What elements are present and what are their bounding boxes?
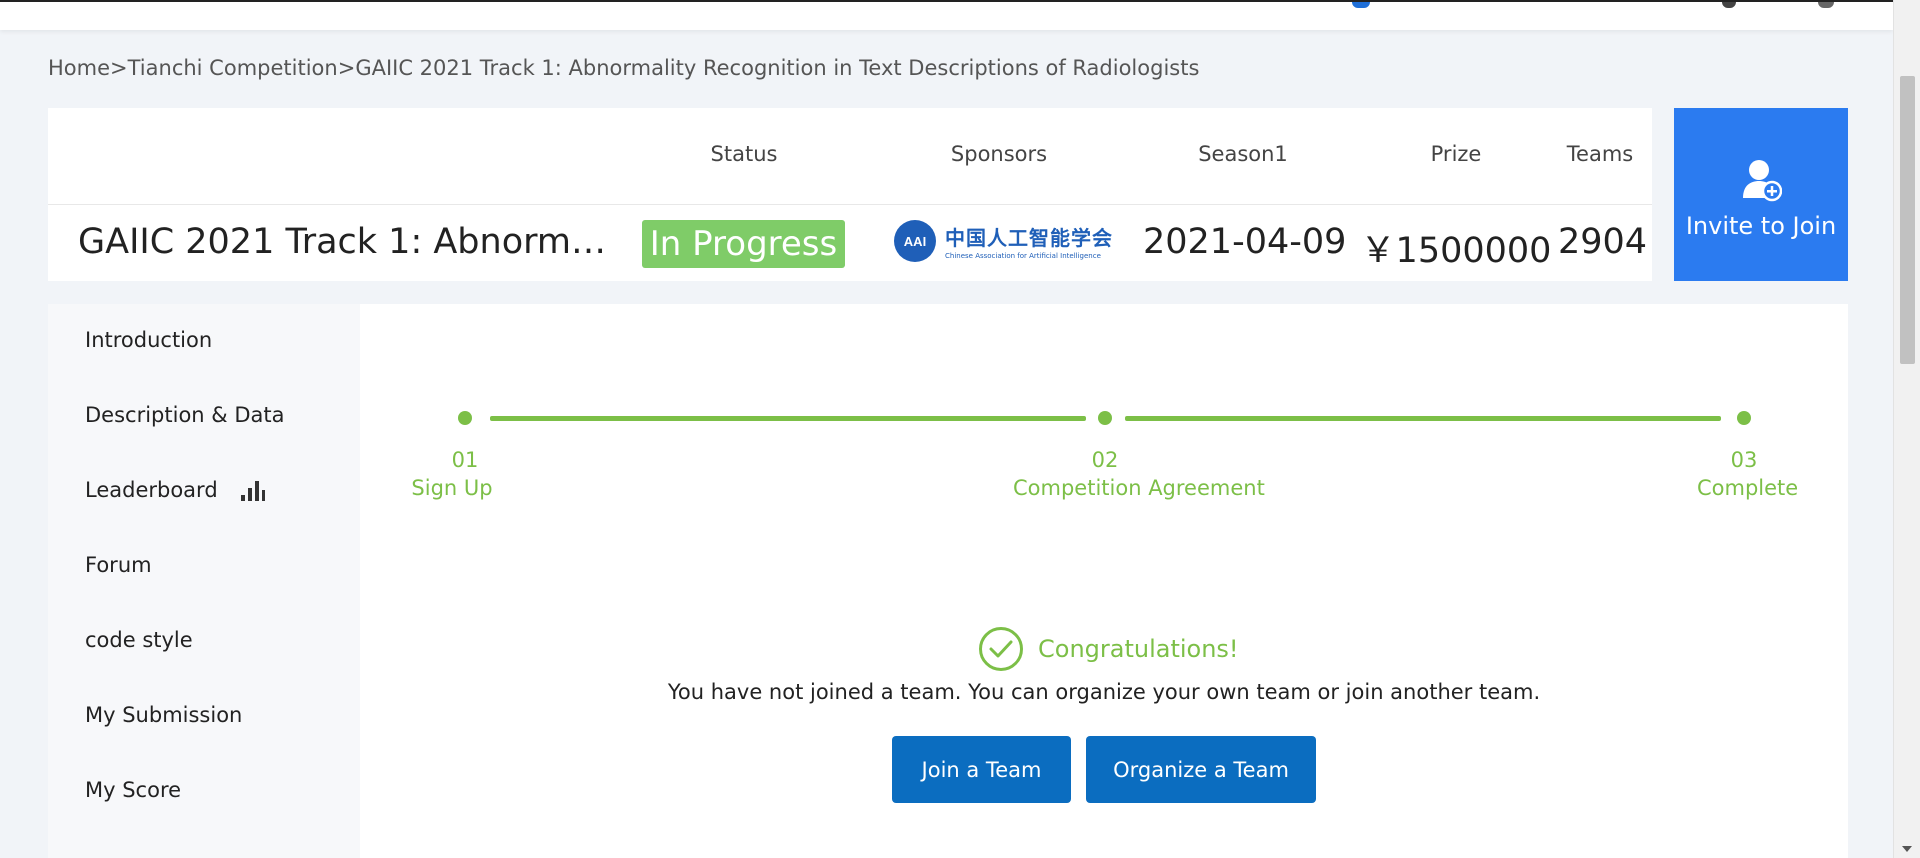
season-header: Season1 [1198, 142, 1288, 166]
main-content: 01 Sign Up 02 Competition Agreement 03 C… [360, 304, 1848, 858]
breadcrumb-competition-link[interactable]: Tianchi Competition [128, 56, 338, 80]
nav-item-my-score[interactable]: My Score [85, 778, 181, 802]
nav-item-introduction[interactable]: Introduction [85, 328, 212, 352]
step-dot-1 [458, 411, 472, 425]
organize-team-button[interactable]: Organize a Team [1086, 736, 1316, 803]
header-icon-partial[interactable] [1352, 2, 1370, 8]
nav-item-description-data[interactable]: Description & Data [85, 403, 284, 427]
scrollbar-thumb[interactable] [1900, 76, 1915, 364]
bar-chart-icon [240, 481, 265, 501]
join-team-button[interactable]: Join a Team [892, 736, 1071, 803]
scrollbar[interactable] [1893, 0, 1920, 858]
breadcrumb: Home>Tianchi Competition>GAIIC 2021 Trac… [48, 56, 1199, 80]
status-header: Status [710, 142, 778, 166]
nav-item-my-submission[interactable]: My Submission [85, 703, 242, 727]
breadcrumb-current: GAIIC 2021 Track 1: Abnormality Recognit… [355, 56, 1200, 80]
sponsors-header: Sponsors [950, 142, 1048, 166]
check-circle-icon [979, 627, 1023, 671]
congratulations-banner: Congratulations! [978, 626, 1239, 672]
add-user-icon [1743, 160, 1782, 202]
team-status-message: You have not joined a team. You can orga… [667, 680, 1541, 704]
nav-item-label: code style [85, 628, 193, 652]
caai-logo-icon: AAI [894, 220, 936, 262]
teams-header: Teams [1566, 142, 1634, 166]
nav-item-leaderboard[interactable]: Leaderboard [85, 478, 266, 502]
logo-mark-text: AAI [904, 234, 926, 249]
congratulations-title: Congratulations! [1038, 635, 1239, 663]
top-header [0, 0, 1893, 30]
nav-item-code-style[interactable]: code style [85, 628, 193, 652]
divider [48, 204, 1652, 205]
breadcrumb-separator: > [110, 56, 128, 80]
competition-title: GAIIC 2021 Track 1: Abnormality Recognit… [78, 222, 618, 262]
season-value: 2021-04-09 [1143, 222, 1347, 262]
invite-label: Invite to Join [1685, 212, 1837, 240]
step-label: Completed [1697, 476, 1797, 500]
nav-item-label: Introduction [85, 328, 213, 352]
step-line-2 [1125, 416, 1721, 421]
nav-item-label: Forum [85, 553, 152, 577]
invite-to-join-button[interactable]: Invite to Join [1674, 108, 1848, 281]
prize-value: ￥1500000 [1360, 231, 1552, 271]
status-badge: In Progress [642, 220, 845, 268]
nav-item-label: My Submission [85, 703, 243, 727]
scroll-down-arrow-icon[interactable] [1902, 846, 1912, 852]
nav-item-label: Description & Data [85, 403, 285, 427]
header-icon-partial[interactable] [1818, 2, 1834, 8]
nav-item-forum[interactable]: Forum [85, 553, 152, 577]
prize-header: Prize [1430, 142, 1482, 166]
step-label: Competition Agreement [1013, 476, 1265, 500]
step-label: Sign Up [411, 476, 493, 500]
header-icon-partial[interactable] [1722, 2, 1736, 8]
sponsor-logo[interactable]: AAI 中国人工智能学会 Chinese Association for Art… [893, 218, 1113, 264]
side-nav: Introduction Description & Data Leaderbo… [48, 304, 360, 858]
step-dot-2 [1098, 411, 1112, 425]
step-number: 01 [451, 448, 479, 472]
breadcrumb-separator: > [337, 56, 356, 80]
nav-item-label: My Score [85, 778, 182, 802]
step-line-1 [490, 416, 1086, 421]
step-number: 02 [1091, 448, 1119, 472]
step-number: 03 [1730, 448, 1758, 472]
nav-item-label: Leaderboard [85, 478, 218, 502]
teams-value: 2904 [1558, 222, 1648, 262]
step-dot-3 [1737, 411, 1751, 425]
competition-header: Status Sponsors Season1 Prize Teams GAII… [48, 108, 1652, 281]
breadcrumb-home-link[interactable]: Home [48, 56, 110, 80]
sponsor-logo-subtext: Chinese Association for Artificial Intel… [945, 252, 1101, 260]
sponsor-logo-text: 中国人工智能学会 [945, 226, 1113, 250]
